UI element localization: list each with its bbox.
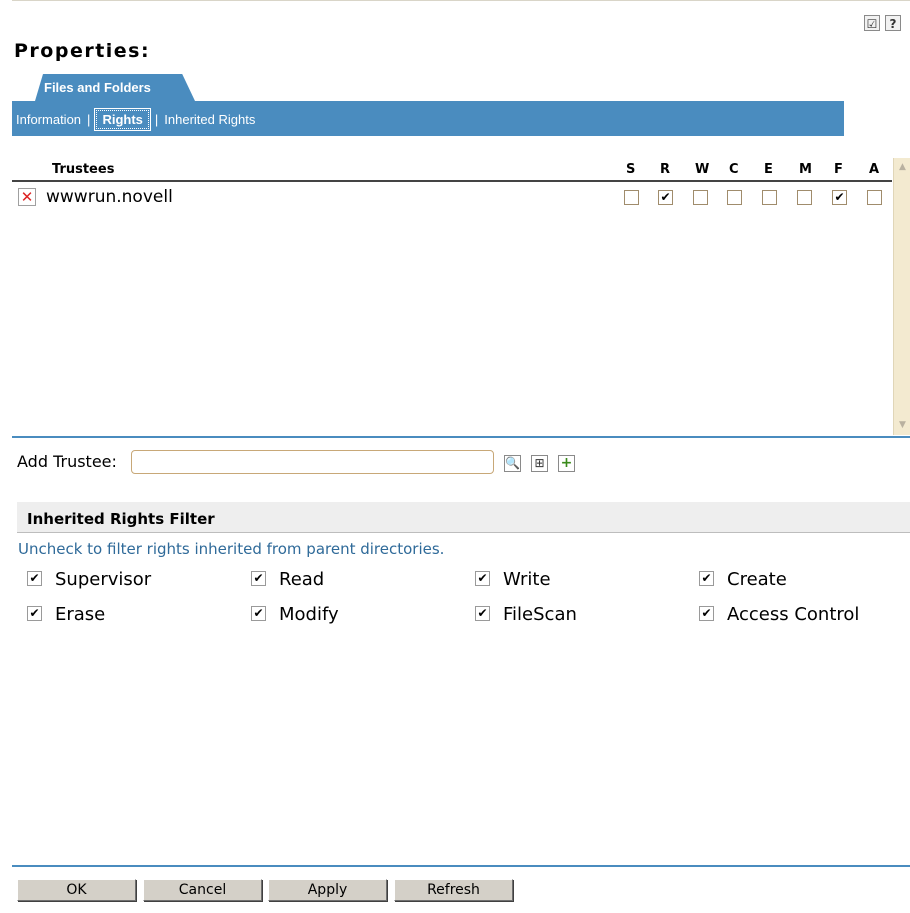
irf-checkbox-erase[interactable]: ✔ xyxy=(27,606,42,621)
rights-checkbox-r[interactable]: ✔ xyxy=(658,190,673,205)
rights-header-s: S xyxy=(626,162,636,177)
rights-header-e: E xyxy=(764,162,773,177)
add-trustee-input[interactable] xyxy=(131,450,494,474)
irf-checkbox-write[interactable]: ✔ xyxy=(475,571,490,586)
scroll-up-icon[interactable]: ▲ xyxy=(894,160,910,174)
irf-label-filescan: FileScan xyxy=(503,604,577,625)
rights-checkbox-c[interactable] xyxy=(727,190,742,205)
trustee-name: wwwrun.novell xyxy=(46,187,173,207)
irf-label-supervisor: Supervisor xyxy=(55,569,152,590)
subnav-separator: | xyxy=(87,112,91,127)
header-rule xyxy=(12,180,892,182)
checklist-icon[interactable]: ☑ xyxy=(864,15,880,31)
irf-checkbox-create[interactable]: ✔ xyxy=(699,571,714,586)
scroll-down-icon[interactable]: ▼ xyxy=(894,418,910,432)
ok-button[interactable]: OK xyxy=(17,879,136,901)
top-rule xyxy=(12,0,910,1)
tab-files-and-folders-label: Files and Folders xyxy=(44,80,151,95)
rights-header-c: C xyxy=(729,162,739,177)
rights-header-w: W xyxy=(695,162,710,177)
irf-checkbox-supervisor[interactable]: ✔ xyxy=(27,571,42,586)
trustee-scrollbar[interactable]: ▲ ▼ xyxy=(893,158,910,435)
irf-description: Uncheck to filter rights inherited from … xyxy=(18,540,445,558)
subnav-information[interactable]: Information xyxy=(16,112,81,127)
subnav-inherited-rights[interactable]: Inherited Rights xyxy=(164,112,255,127)
rights-checkbox-w[interactable] xyxy=(693,190,708,205)
apply-button[interactable]: Apply xyxy=(268,879,387,901)
help-icon[interactable]: ? xyxy=(885,15,901,31)
rights-checkbox-m[interactable] xyxy=(797,190,812,205)
irf-label-access-control: Access Control xyxy=(727,604,860,625)
irf-label-create: Create xyxy=(727,569,787,590)
rights-checkbox-e[interactable] xyxy=(762,190,777,205)
irf-checkbox-modify[interactable]: ✔ xyxy=(251,606,266,621)
cancel-button[interactable]: Cancel xyxy=(143,879,262,901)
refresh-button[interactable]: Refresh xyxy=(394,879,513,901)
subnav-separator: | xyxy=(154,112,159,127)
add-icon[interactable]: + xyxy=(558,455,575,472)
browse-icon[interactable]: ⊞ xyxy=(531,455,548,472)
delete-trustee-icon[interactable]: ✕ xyxy=(18,188,36,206)
rights-header-m: M xyxy=(799,162,812,177)
irf-checkbox-access-control[interactable]: ✔ xyxy=(699,606,714,621)
rights-header-a: A xyxy=(869,162,880,177)
irf-label-write: Write xyxy=(503,569,551,590)
irf-checkbox-read[interactable]: ✔ xyxy=(251,571,266,586)
rights-header-f: F xyxy=(834,162,843,177)
button-rule xyxy=(12,865,910,867)
irf-title: Inherited Rights Filter xyxy=(27,510,215,528)
irf-checkbox-filescan[interactable]: ✔ xyxy=(475,606,490,621)
rights-checkbox-f[interactable]: ✔ xyxy=(832,190,847,205)
rights-checkbox-s[interactable] xyxy=(624,190,639,205)
search-icon[interactable]: 🔍 xyxy=(504,455,521,472)
trustees-header: Trustees xyxy=(52,162,115,177)
page-title: Properties: xyxy=(14,40,151,62)
irf-label-modify: Modify xyxy=(279,604,339,625)
rights-checkbox-a[interactable] xyxy=(867,190,882,205)
irf-label-erase: Erase xyxy=(55,604,106,625)
add-trustee-label: Add Trustee: xyxy=(17,452,117,471)
subnav: Information | Rights | Inherited Rights xyxy=(16,108,255,131)
irf-label-read: Read xyxy=(279,569,325,590)
rights-header-r: R xyxy=(660,162,671,177)
table-bottom-rule xyxy=(12,436,910,438)
subnav-rights[interactable]: Rights xyxy=(94,108,151,131)
